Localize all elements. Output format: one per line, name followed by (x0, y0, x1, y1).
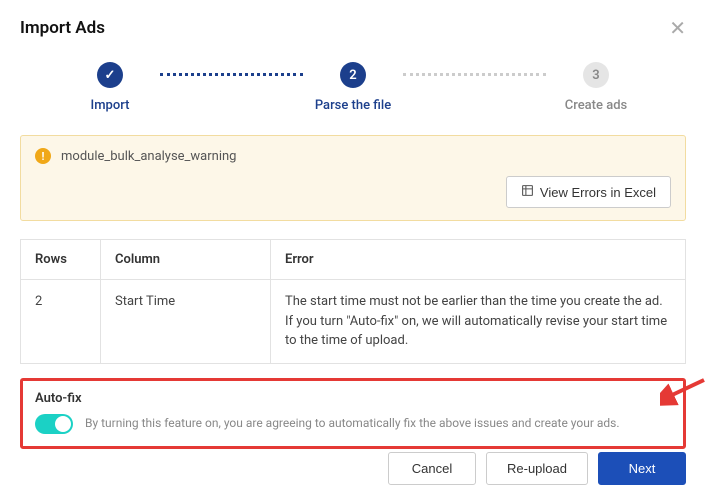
cell-column: Start Time (101, 280, 271, 364)
col-column: Column (101, 240, 271, 280)
warning-icon: ! (35, 148, 51, 164)
autofix-description: By turning this feature on, you are agre… (85, 415, 620, 432)
step-number: 2 (340, 62, 366, 88)
autofix-title: Auto-fix (35, 391, 671, 406)
cancel-button[interactable]: Cancel (388, 452, 476, 485)
errors-table: Rows Column Error 2 Start Time The start… (20, 239, 686, 364)
dialog-header: Import Ads ✕ (20, 18, 686, 38)
step-label: Parse the file (315, 98, 391, 113)
autofix-toggle[interactable] (35, 414, 73, 434)
autofix-section: Auto-fix By turning this feature on, you… (20, 378, 686, 449)
warning-message: module_bulk_analyse_warning (61, 149, 236, 164)
stepper: ✓ Import 2 Parse the file 3 Create ads (20, 62, 686, 113)
reupload-button[interactable]: Re-upload (486, 452, 588, 485)
view-errors-button[interactable]: View Errors in Excel (506, 176, 671, 208)
step-label: Import (91, 98, 130, 113)
cell-error: The start time must not be earlier than … (271, 280, 686, 364)
toggle-knob (55, 416, 71, 432)
close-icon[interactable]: ✕ (669, 18, 686, 38)
warning-actions: View Errors in Excel (35, 176, 671, 208)
autofix-row: By turning this feature on, you are agre… (35, 414, 671, 434)
cell-row: 2 (21, 280, 101, 364)
step-connector (160, 73, 303, 76)
import-ads-dialog: Import Ads ✕ ✓ Import 2 Parse the file 3… (0, 0, 706, 467)
step-connector (403, 73, 546, 76)
dialog-title: Import Ads (20, 18, 105, 38)
check-icon: ✓ (97, 62, 123, 88)
dialog-footer: Cancel Re-upload Next (388, 452, 686, 485)
view-errors-label: View Errors in Excel (540, 185, 656, 200)
table-row: 2 Start Time The start time must not be … (21, 280, 686, 364)
step-create: 3 Create ads (546, 62, 646, 113)
col-rows: Rows (21, 240, 101, 280)
warning-banner: ! module_bulk_analyse_warning View Error… (20, 135, 686, 221)
annotation-arrow-icon (660, 374, 706, 410)
col-error: Error (271, 240, 686, 280)
warning-line: ! module_bulk_analyse_warning (35, 148, 671, 164)
step-parse: 2 Parse the file (303, 62, 403, 113)
step-label: Create ads (565, 98, 627, 113)
next-button[interactable]: Next (598, 452, 686, 485)
excel-icon (521, 184, 534, 200)
table-header: Rows Column Error (21, 240, 686, 280)
step-number: 3 (583, 62, 609, 88)
step-import: ✓ Import (60, 62, 160, 113)
